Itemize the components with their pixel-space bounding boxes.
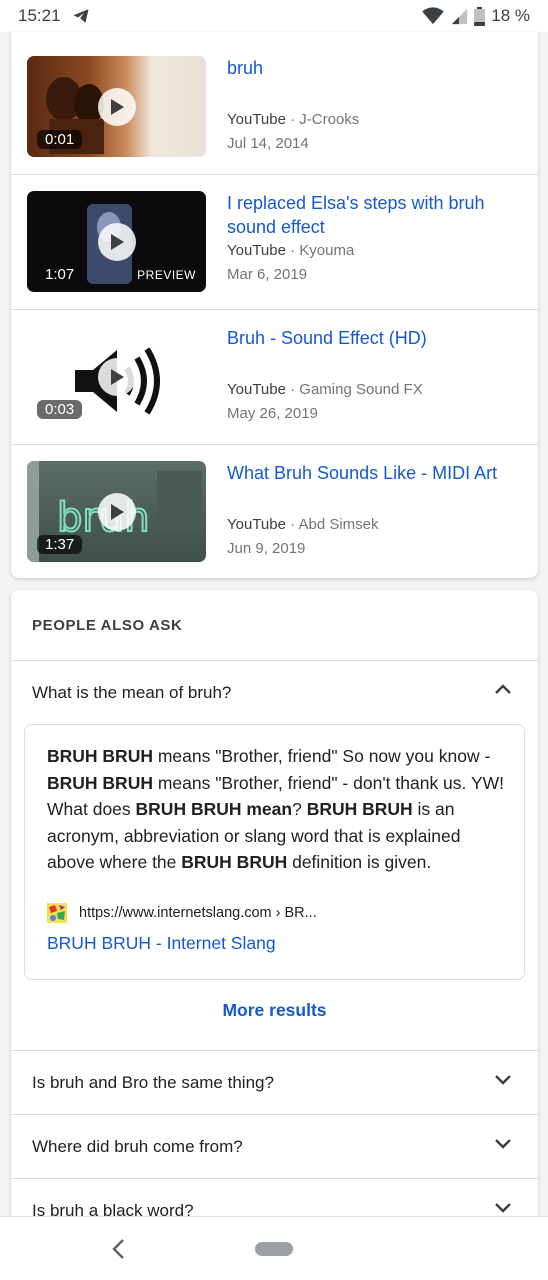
android-nav-bar: [0, 1216, 548, 1280]
video-channel: Abd Simsek: [298, 516, 379, 533]
status-time: 15:21: [18, 6, 61, 25]
telegram-icon: [73, 9, 89, 23]
more-results-button[interactable]: More results: [11, 1000, 538, 1021]
status-bar: 15:21 18 %: [0, 0, 548, 32]
home-pill[interactable]: [255, 1242, 293, 1256]
play-icon[interactable]: [97, 87, 136, 126]
video-source-line: YouTube · Gaming Sound FX: [227, 381, 423, 398]
video-thumbnail[interactable]: bruh 1:37: [27, 461, 206, 562]
video-channel: J-Crooks: [299, 111, 360, 128]
video-thumbnail[interactable]: 1:07 PREVIEW: [27, 191, 206, 292]
play-icon[interactable]: [97, 357, 136, 396]
video-source-line: YouTube · Kyouma: [227, 242, 355, 259]
video-date: Jun 9, 2019: [227, 540, 306, 557]
battery-percent: 18 %: [491, 6, 530, 25]
video-channel: Gaming Sound FX: [299, 381, 423, 398]
video-result[interactable]: 0:01 bruh YouTube · J-Crooks Jul 14, 201…: [11, 32, 538, 175]
preview-badge: PREVIEW: [137, 268, 196, 282]
paa-question-text: Where did bruh come from?: [32, 1136, 243, 1156]
answer-text-segment: definition is given.: [287, 852, 432, 872]
paa-question[interactable]: Is bruh and Bro the same thing?: [11, 1050, 538, 1114]
answer-text-segment: ?: [292, 799, 307, 819]
battery-icon: [474, 6, 486, 26]
video-result[interactable]: bruh 1:37 What Bruh Sounds Like - MIDI A…: [11, 445, 538, 578]
video-source: YouTube: [227, 242, 286, 259]
video-date: Mar 6, 2019: [227, 266, 308, 283]
video-source: YouTube: [227, 381, 286, 398]
internetslang-favicon: [47, 903, 67, 923]
answer-bold-term: BRUH BRUH: [47, 772, 153, 793]
video-channel: Kyouma: [299, 242, 355, 259]
back-icon[interactable]: [108, 1237, 128, 1261]
chevron-down-icon[interactable]: [494, 1201, 512, 1213]
video-thumbnail[interactable]: 0:03: [27, 326, 206, 427]
video-duration: 1:07: [45, 266, 75, 283]
video-date: Jul 14, 2014: [227, 135, 309, 152]
chevron-up-icon[interactable]: [494, 683, 512, 695]
video-source-line: YouTube · Abd Simsek: [227, 516, 379, 533]
signal-icon: [452, 8, 468, 25]
chevron-down-icon[interactable]: [494, 1137, 512, 1149]
answer-bold-term: BRUH BRUH mean: [135, 799, 293, 819]
paa-question-text: What is the mean of bruh?: [32, 682, 232, 702]
play-icon[interactable]: [97, 222, 136, 261]
video-date: May 26, 2019: [227, 405, 318, 422]
answer-source[interactable]: https://www.internetslang.com › BR...: [47, 903, 317, 923]
answer-bold-term: BRUH BRUH: [181, 852, 288, 872]
video-duration: 0:01: [37, 130, 83, 149]
video-title[interactable]: bruh: [227, 56, 516, 80]
source-title-link[interactable]: BRUH BRUH - Internet Slang: [47, 933, 276, 954]
paa-question[interactable]: Where did bruh come from?: [11, 1114, 538, 1178]
video-title[interactable]: Bruh - Sound Effect (HD): [227, 326, 516, 350]
video-source-line: YouTube · J-Crooks: [227, 111, 360, 128]
people-also-ask-card: PEOPLE ALSO ASK What is the mean of bruh…: [11, 590, 538, 1280]
video-title[interactable]: I replaced Elsa's steps with bruh sound …: [227, 191, 516, 239]
paa-question-expanded[interactable]: What is the mean of bruh?: [11, 660, 538, 724]
answer-bold-term: BRUH BRUH: [306, 799, 413, 819]
source-url: https://www.internetslang.com › BR...: [79, 905, 317, 921]
wifi-icon: [422, 7, 445, 25]
video-result[interactable]: 1:07 PREVIEW I replaced Elsa's steps wit…: [11, 175, 538, 310]
video-results-card: 0:01 bruh YouTube · J-Crooks Jul 14, 201…: [11, 32, 538, 578]
answer-text-segment: means "Brother, friend" So now you know …: [152, 746, 491, 766]
answer-box: BRUH BRUH means "Brother, friend" So now…: [24, 724, 525, 980]
video-thumbnail[interactable]: 0:01: [27, 56, 206, 157]
play-icon[interactable]: [97, 492, 136, 531]
video-source: YouTube: [227, 111, 286, 128]
video-duration: 1:37: [37, 535, 83, 554]
answer-snippet: BRUH BRUH means "Brother, friend" So now…: [47, 743, 507, 876]
paa-question-text: Is bruh and Bro the same thing?: [32, 1072, 274, 1092]
paa-heading: PEOPLE ALSO ASK: [32, 617, 183, 634]
chevron-down-icon[interactable]: [494, 1073, 512, 1085]
video-result[interactable]: 0:03 Bruh - Sound Effect (HD) YouTube · …: [11, 310, 538, 445]
video-source: YouTube: [227, 516, 286, 533]
answer-bold-term: BRUH BRUH: [47, 746, 153, 766]
video-duration: 0:03: [37, 400, 83, 419]
video-title[interactable]: What Bruh Sounds Like - MIDI Art: [227, 461, 516, 485]
